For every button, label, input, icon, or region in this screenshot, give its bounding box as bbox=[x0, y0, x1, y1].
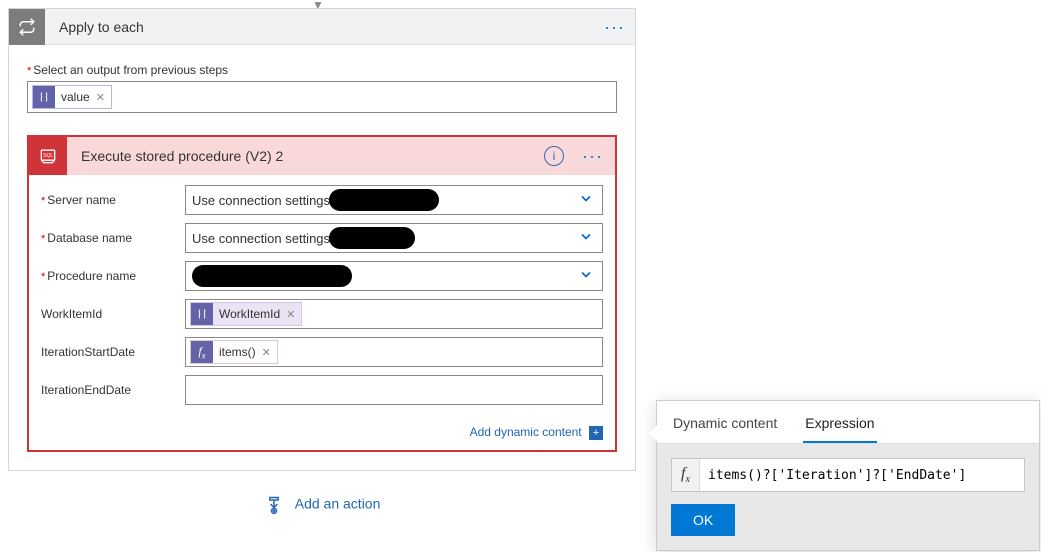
fx-icon: fx bbox=[672, 459, 700, 491]
plus-icon: + bbox=[589, 426, 603, 440]
workitemid-field[interactable]: WorkItemId ✕ bbox=[185, 299, 603, 329]
server-name-value: Use connection settings bbox=[192, 193, 330, 208]
value-token[interactable]: value ✕ bbox=[32, 85, 112, 109]
expression-input[interactable] bbox=[700, 468, 1018, 483]
add-step-icon bbox=[264, 495, 284, 515]
tab-expression[interactable]: Expression bbox=[803, 409, 876, 443]
database-name-label: *Database name bbox=[41, 231, 185, 245]
popup-beak bbox=[649, 425, 657, 441]
workitemid-token-label: WorkItemId bbox=[219, 307, 280, 321]
fx-icon: fx bbox=[191, 341, 213, 363]
add-an-action-button[interactable]: Add an action bbox=[8, 495, 636, 515]
redacted-value bbox=[192, 265, 352, 287]
items-token-label: items() bbox=[219, 345, 256, 359]
select-output-field[interactable]: value ✕ bbox=[27, 81, 617, 113]
remove-token-icon[interactable]: ✕ bbox=[286, 308, 295, 321]
chevron-down-icon bbox=[580, 231, 592, 246]
procedure-name-dropdown[interactable] bbox=[185, 261, 603, 291]
apply-to-each-header[interactable]: Apply to each ··· bbox=[9, 9, 635, 45]
apply-to-each-card: Apply to each ··· *Select an output from… bbox=[8, 8, 636, 471]
execute-sp-header[interactable]: SQL Execute stored procedure (V2) 2 i ··… bbox=[29, 137, 615, 175]
popup-tabs: Dynamic content Expression bbox=[657, 401, 1039, 444]
expression-popup: Dynamic content Expression fx OK bbox=[656, 400, 1040, 551]
dynamic-content-icon bbox=[191, 303, 213, 325]
dynamic-content-icon bbox=[33, 86, 55, 108]
tab-dynamic-content[interactable]: Dynamic content bbox=[671, 409, 779, 443]
sql-icon: SQL bbox=[29, 137, 67, 175]
execute-sp-card: SQL Execute stored procedure (V2) 2 i ··… bbox=[27, 135, 617, 452]
iterationstartdate-label: IterationStartDate bbox=[41, 345, 185, 359]
workitemid-token[interactable]: WorkItemId ✕ bbox=[190, 302, 302, 326]
remove-token-icon[interactable]: ✕ bbox=[96, 91, 105, 104]
server-name-label: *Server name bbox=[41, 193, 185, 207]
database-name-dropdown[interactable]: Use connection settings bbox=[185, 223, 603, 253]
redacted-value bbox=[329, 189, 439, 211]
execute-sp-menu[interactable]: ··· bbox=[582, 147, 603, 165]
chevron-down-icon bbox=[580, 269, 592, 284]
apply-to-each-title: Apply to each bbox=[45, 19, 604, 35]
database-name-value: Use connection settings bbox=[192, 231, 330, 246]
loop-icon bbox=[9, 9, 45, 45]
ok-button[interactable]: OK bbox=[671, 504, 735, 536]
iterationstartdate-field[interactable]: fx items() ✕ bbox=[185, 337, 603, 367]
execute-sp-title: Execute stored procedure (V2) 2 bbox=[67, 148, 544, 164]
remove-token-icon[interactable]: ✕ bbox=[262, 346, 271, 359]
info-icon[interactable]: i bbox=[544, 146, 564, 166]
add-dynamic-content-link[interactable]: Add dynamic content + bbox=[29, 419, 615, 450]
value-token-label: value bbox=[61, 90, 90, 104]
expression-input-wrapper: fx bbox=[671, 458, 1025, 492]
select-output-label: *Select an output from previous steps bbox=[27, 63, 617, 77]
svg-text:SQL: SQL bbox=[43, 153, 53, 159]
apply-to-each-menu[interactable]: ··· bbox=[604, 18, 635, 36]
items-fx-token[interactable]: fx items() ✕ bbox=[190, 340, 278, 364]
procedure-name-label: *Procedure name bbox=[41, 269, 185, 283]
required-star: * bbox=[27, 65, 31, 77]
iterationenddate-field[interactable] bbox=[185, 375, 603, 405]
redacted-value bbox=[329, 227, 415, 249]
chevron-down-icon bbox=[580, 193, 592, 208]
workitemid-label: WorkItemId bbox=[41, 307, 185, 321]
iterationenddate-label: IterationEndDate bbox=[41, 383, 185, 397]
server-name-dropdown[interactable]: Use connection settings bbox=[185, 185, 603, 215]
